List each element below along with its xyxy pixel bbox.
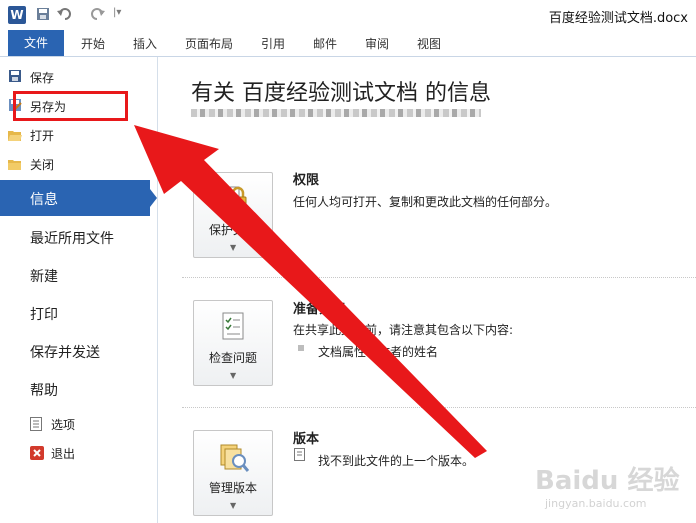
chevron-down-icon: ▼ (230, 371, 237, 380)
prepare-sharing-title: 准备共享 (293, 302, 346, 317)
sidebar-item-print[interactable]: 打印 (30, 304, 58, 324)
sidebar-item-label: 退出 (51, 447, 76, 461)
backstage-sidebar: 保存 另存为 打开 关闭 信息 最近所用文件 新建 打印 保存并发送 帮助 选项 (0, 57, 158, 523)
tab-file[interactable]: 文件 (8, 30, 64, 56)
versions-text: 找不到此文件的上一个版本。 (318, 454, 475, 468)
lock-icon (219, 183, 249, 215)
save-icon[interactable] (36, 7, 50, 24)
close-folder-icon (8, 158, 22, 171)
permissions-text: 任何人均可打开、复制和更改此文档的任何部分。 (293, 195, 558, 209)
sidebar-item-label: 信息 (30, 192, 58, 208)
sidebar-item-save-send[interactable]: 保存并发送 (30, 342, 100, 362)
save-as-highlight-box (13, 91, 128, 121)
title-bar: W |▾ 百度经验测试文档.docx (0, 0, 696, 30)
divider (182, 407, 696, 408)
sidebar-item-info[interactable]: 信息 (0, 180, 157, 216)
undo-icon[interactable] (57, 7, 73, 24)
permissions-title: 权限 (293, 173, 320, 188)
sidebar-item-label: 保存 (30, 71, 55, 85)
sidebar-item-new[interactable]: 新建 (30, 266, 58, 286)
word-app-icon[interactable]: W (8, 6, 26, 24)
redo-icon[interactable] (91, 7, 105, 24)
tab-view[interactable]: 视图 (417, 35, 441, 52)
chevron-down-icon: ▼ (230, 501, 237, 510)
exit-icon (30, 446, 44, 460)
check-issues-button[interactable]: 检查问题 ▼ (193, 300, 273, 386)
check-issues-label: 检查问题 (208, 351, 257, 365)
checklist-icon (219, 311, 249, 343)
tab-references[interactable]: 引用 (261, 35, 285, 52)
save-icon (8, 70, 22, 83)
document-icon (294, 448, 306, 465)
tab-review[interactable]: 审阅 (365, 35, 389, 52)
prepare-sharing-bullet: 文档属性和作者的姓名 (318, 345, 439, 359)
chevron-down-icon: ▼ (230, 243, 237, 252)
versions-icon (219, 441, 250, 473)
prepare-sharing-text: 在共享此文件前，请注意其包含以下内容: (293, 323, 514, 337)
info-panel: 有关 百度经验测试文档 的信息 保护文档 ▼ 权限 任何人均可打开、复制和更改此… (158, 57, 696, 523)
manage-versions-label: 管理版本 (208, 481, 257, 495)
baidu-watermark: Baidu 经验 (535, 466, 680, 496)
divider (182, 277, 696, 278)
tab-mailings[interactable]: 邮件 (313, 35, 337, 52)
tab-home[interactable]: 开始 (81, 35, 105, 52)
bullet-icon (298, 345, 304, 351)
baidu-watermark-url: jingyan.baidu.com (545, 497, 647, 510)
page-title: 有关 百度经验测试文档 的信息 (191, 81, 491, 106)
sidebar-item-recent[interactable]: 最近所用文件 (30, 228, 114, 248)
sidebar-item-help[interactable]: 帮助 (30, 380, 58, 400)
tab-insert[interactable]: 插入 (133, 35, 157, 52)
blurred-file-path (191, 109, 481, 117)
sidebar-item-label: 打开 (30, 129, 55, 143)
sidebar-item-label: 关闭 (30, 158, 55, 172)
tab-page-layout[interactable]: 页面布局 (185, 35, 233, 52)
protect-document-label: 保护文档 (208, 223, 257, 237)
manage-versions-button[interactable]: 管理版本 ▼ (193, 430, 273, 516)
document-title: 百度经验测试文档.docx (548, 11, 688, 26)
protect-document-button[interactable]: 保护文档 ▼ (193, 172, 273, 258)
sidebar-item-label: 选项 (51, 418, 76, 432)
customize-icon[interactable]: |▾ (113, 7, 121, 18)
active-pointer (150, 189, 157, 207)
versions-title: 版本 (293, 432, 320, 447)
options-icon (30, 417, 44, 431)
open-folder-icon (8, 129, 22, 142)
ribbon-tabs: 文件 开始 插入 页面布局 引用 邮件 审阅 视图 (0, 30, 696, 57)
